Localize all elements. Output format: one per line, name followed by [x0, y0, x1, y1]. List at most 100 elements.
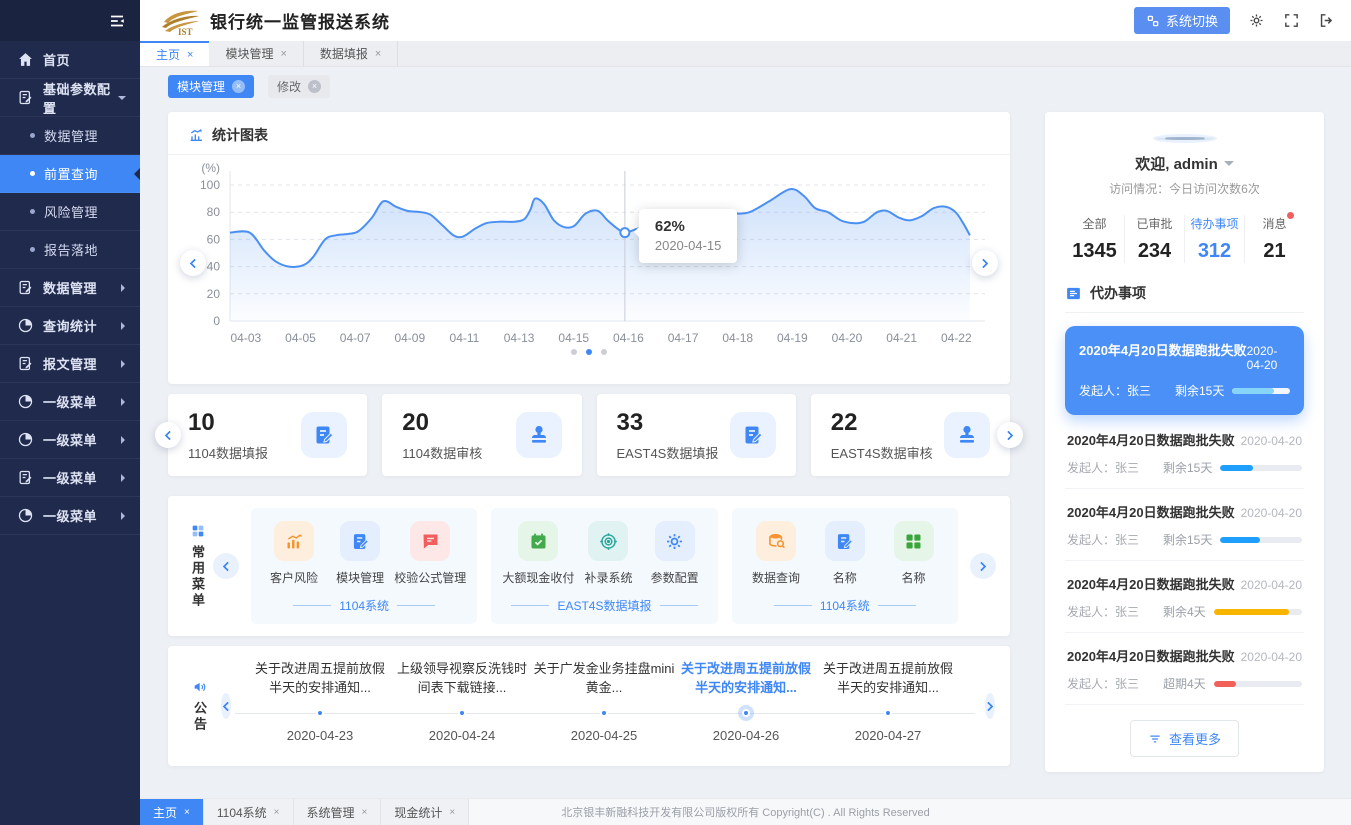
tag-module-mgmt[interactable]: 模块管理 × [168, 75, 254, 98]
gear-icon [655, 521, 695, 561]
logout-icon[interactable] [1318, 12, 1335, 29]
visit-info: 访问情况：今日访问次数6次 [1065, 180, 1304, 197]
chart-next-button[interactable] [972, 250, 998, 276]
close-icon[interactable]: × [375, 48, 381, 60]
quick-item-module-mgmt[interactable]: 模块管理 [328, 521, 392, 586]
announcement-item[interactable]: 关于改进周五提前放假半天的安排通知... 2020-04-23 [249, 646, 391, 766]
book-icon [17, 89, 34, 106]
sidebar-item-level1-menu-4[interactable]: 一级菜单 [0, 497, 140, 535]
progress-bar [1214, 681, 1302, 687]
collapse-menu-icon[interactable] [108, 12, 126, 30]
bottom-tab-home[interactable]: 主页 × [140, 799, 204, 825]
bottom-tab-cash-stats[interactable]: 现金统计 × [381, 799, 469, 825]
carousel-dot-active[interactable] [586, 349, 592, 355]
sidebar-item-message-mgmt[interactable]: 报文管理 [0, 345, 140, 383]
fullscreen-icon[interactable] [1283, 12, 1300, 29]
stat-card-1104-review[interactable]: 20 1104数据审核 [382, 394, 581, 476]
announcements-next-button[interactable] [985, 693, 995, 719]
system-switch-button[interactable]: 系统切换 [1134, 7, 1230, 34]
quick-item-name-2[interactable]: 名称 [882, 521, 946, 586]
sidebar-subitem-label: 前置查询 [44, 164, 140, 183]
close-icon[interactable]: × [187, 49, 193, 61]
stat-value: 1345 [1065, 240, 1124, 263]
todo-item-sender: 发起人：张三 [1067, 675, 1163, 692]
grid-icon [190, 523, 206, 539]
bottom-tab-system-mgmt[interactable]: 系统管理 × [294, 799, 382, 825]
sidebar-item-home[interactable]: 首页 [0, 41, 140, 79]
quick-item-large-cash[interactable]: 大额现金收付 [502, 521, 574, 586]
todo-item-remaining: 超期4天 [1163, 675, 1206, 692]
stats-prev-button[interactable] [155, 422, 181, 448]
stat-card-east4s-entry[interactable]: 33 EAST4S数据填报 [597, 394, 796, 476]
chat-icon [410, 521, 450, 561]
todo-item[interactable]: 2020年4月20日数据跑批失败 2020-04-20 发起人：张三 剩余4天 [1065, 561, 1304, 633]
quick-menu-next-button[interactable] [970, 553, 996, 579]
svg-text:80: 80 [207, 205, 221, 219]
quick-item-data-query[interactable]: 数据查询 [744, 521, 808, 586]
todo-item[interactable]: 2020年4月20日数据跑批失败 2020-04-20 发起人：张三 剩余15天 [1065, 417, 1304, 489]
view-more-button[interactable]: 查看更多 [1130, 720, 1239, 757]
todo-item-active[interactable]: 2020年4月20日数据跑批失败 2020-04-20 发起人：张三 剩余15天 [1065, 326, 1304, 415]
tab-data-entry[interactable]: 数据填报 × [304, 41, 398, 66]
avatar[interactable] [1153, 134, 1217, 143]
chevron-down-icon[interactable] [1224, 161, 1234, 171]
quick-item-param-config[interactable]: 参数配置 [643, 521, 707, 586]
doc-edit-icon [17, 355, 34, 372]
todo-item[interactable]: 2020年4月20日数据跑批失败 2020-04-20 发起人：张三 超期4天 [1065, 633, 1304, 705]
bottom-tab-label: 现金统计 [394, 804, 442, 821]
close-icon[interactable]: × [449, 807, 455, 818]
bottom-tab-label: 1104系统 [217, 804, 267, 821]
sidebar-item-data-mgmt[interactable]: 数据管理 [0, 269, 140, 307]
tag-modify[interactable]: 修改 × [268, 75, 330, 98]
close-icon[interactable]: × [184, 807, 190, 818]
stat-messages[interactable]: 消息 21 [1245, 215, 1304, 263]
quick-item-customer-risk[interactable]: 客户风险 [262, 521, 326, 586]
sidebar-subitem-data-mgmt[interactable]: 数据管理 [0, 117, 140, 155]
tab-home[interactable]: 主页 × [140, 41, 209, 66]
chevron-right-icon [121, 474, 129, 482]
stat-todo[interactable]: 待办事项 312 [1185, 215, 1245, 263]
svg-text:60: 60 [207, 232, 221, 246]
stats-next-button[interactable] [997, 422, 1023, 448]
bottom-tab-1104[interactable]: 1104系统 × [204, 799, 294, 825]
carousel-dot[interactable] [571, 349, 577, 355]
announcement-item[interactable]: 上级领导视察反洗钱时间表下载链接... 2020-04-24 [391, 646, 533, 766]
sidebar-item-base-config[interactable]: 基础参数配置 [0, 79, 140, 117]
tab-module-mgmt[interactable]: 模块管理 × [209, 41, 303, 66]
quick-item-label: 数据查询 [752, 569, 800, 586]
quick-item-formula-check[interactable]: 校验公式管理 [394, 521, 466, 586]
sidebar-subitem-report-landing[interactable]: 报告落地 [0, 231, 140, 269]
stat-card-1104-entry[interactable]: 10 1104数据填报 [168, 394, 367, 476]
todo-item-sender: 发起人：张三 [1067, 531, 1163, 548]
sidebar-subitem-risk-mgmt[interactable]: 风险管理 [0, 193, 140, 231]
svg-text:100: 100 [200, 178, 220, 192]
quick-item-supplement-system[interactable]: 补录系统 [576, 521, 640, 586]
close-icon[interactable]: × [308, 80, 321, 93]
close-icon[interactable]: × [280, 48, 286, 60]
sidebar-item-query-stats[interactable]: 查询统计 [0, 307, 140, 345]
quick-item-name-1[interactable]: 名称 [813, 521, 877, 586]
close-icon[interactable]: × [274, 807, 280, 818]
sidebar-subitem-label: 数据管理 [44, 126, 140, 145]
close-icon[interactable]: × [232, 80, 245, 93]
close-icon[interactable]: × [362, 807, 368, 818]
announcement-item[interactable]: 关于广发金业务挂盘mini黄金... 2020-04-25 [533, 646, 675, 766]
sidebar-item-level1-menu-3[interactable]: 一级菜单 [0, 459, 140, 497]
carousel-dot[interactable] [601, 349, 607, 355]
announcement-item[interactable]: 关于改进周五提前放假半天的安排通知... 2020-04-27 [817, 646, 959, 766]
sidebar-item-level1-menu-1[interactable]: 一级菜单 [0, 383, 140, 421]
line-chart[interactable]: 020406080100(%)04-0304-0504-0704-0904-11… [168, 155, 1010, 347]
announcements-prev-button[interactable] [221, 693, 231, 719]
sidebar-subitem-front-query[interactable]: 前置查询 [0, 155, 140, 193]
todo-item[interactable]: 2020年4月20日数据跑批失败 2020-04-20 发起人：张三 剩余15天 [1065, 489, 1304, 561]
quick-menu-prev-button[interactable] [213, 553, 239, 579]
gear-icon[interactable] [1248, 12, 1265, 29]
sidebar-item-level1-menu-2[interactable]: 一级菜单 [0, 421, 140, 459]
stat-all[interactable]: 全部 1345 [1065, 215, 1125, 263]
stat-card-east4s-review[interactable]: 22 EAST4S数据审核 [811, 394, 1010, 476]
chart-title-text: 统计图表 [212, 125, 268, 145]
chart-prev-button[interactable] [180, 250, 206, 276]
todo-item-remaining: 剩余15天 [1163, 531, 1212, 548]
announcement-item-active[interactable]: 关于改进周五提前放假半天的安排通知... 2020-04-26 [675, 646, 817, 766]
stat-approved[interactable]: 已审批 234 [1125, 215, 1185, 263]
